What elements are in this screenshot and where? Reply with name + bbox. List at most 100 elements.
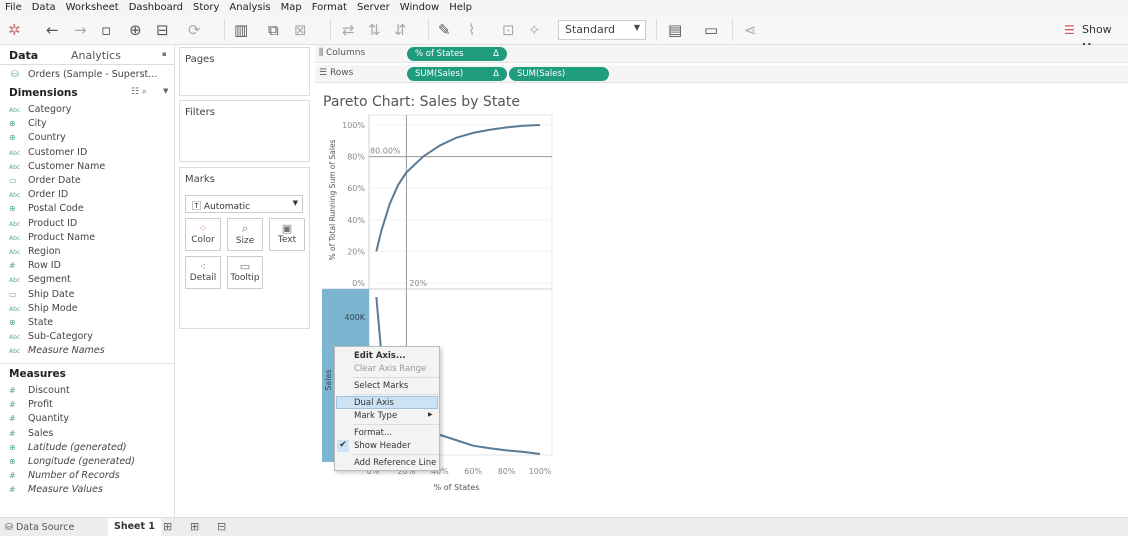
- field-customer-name[interactable]: Abc Customer Name: [9, 161, 105, 172]
- pill-percent-of-states[interactable]: % of States Δ: [407, 47, 507, 61]
- new-datasource-icon[interactable]: ⊕: [129, 21, 142, 39]
- new-worksheet-icon[interactable]: ⊞: [163, 520, 172, 533]
- field-postal-code[interactable]: ⊕ Postal Code: [9, 203, 84, 214]
- show-cards-icon[interactable]: ▤: [668, 21, 682, 39]
- columns-shelf[interactable]: ⫼ Columns % of States Δ: [315, 45, 1128, 63]
- sort-desc-icon[interactable]: ⇵: [394, 21, 407, 39]
- field-state[interactable]: ⊕ State: [9, 317, 53, 328]
- color-button[interactable]: ⁘ Color: [185, 218, 221, 251]
- size-icon: ⌕: [241, 222, 249, 235]
- fit-dropdown[interactable]: Standard ▼: [558, 20, 646, 40]
- field-category[interactable]: Abc Category: [9, 104, 71, 115]
- field-order-date[interactable]: ▭ Order Date: [9, 175, 81, 186]
- tab-sheet-1[interactable]: Sheet 1: [108, 518, 161, 537]
- menu-add-reference-line[interactable]: Add Reference Line: [354, 458, 436, 468]
- menu-edit-axis[interactable]: Edit Axis...: [354, 351, 406, 361]
- forward-icon[interactable]: →: [74, 21, 87, 39]
- mark-type-dropdown[interactable]: 🅃 Automatic ▼: [185, 195, 303, 213]
- chevron-down-icon[interactable]: ▼: [163, 87, 168, 95]
- clear-icon[interactable]: ⊠: [294, 21, 307, 39]
- menu-map[interactable]: Map: [276, 0, 307, 15]
- menu-window[interactable]: Window: [395, 0, 444, 15]
- duplicate-icon[interactable]: ⧉: [268, 21, 279, 39]
- field-label: Ship Date: [28, 288, 75, 300]
- detail-button[interactable]: ⁖ Detail: [185, 256, 221, 289]
- field-profit[interactable]: # Profit: [9, 399, 53, 410]
- pill-sum-sales-2[interactable]: SUM(Sales): [509, 67, 609, 81]
- filters-card[interactable]: Filters: [179, 100, 310, 162]
- field-order-id[interactable]: Abc Order ID: [9, 189, 68, 200]
- menu-mark-type[interactable]: Mark Type: [354, 411, 397, 421]
- menu-help[interactable]: Help: [444, 0, 477, 15]
- menu-dashboard[interactable]: Dashboard: [124, 0, 188, 15]
- menu-worksheet[interactable]: Worksheet: [61, 0, 124, 15]
- refresh-icon[interactable]: ⟳: [188, 21, 201, 39]
- back-icon[interactable]: ←: [46, 21, 59, 39]
- field-product-name[interactable]: Abc Product Name: [9, 232, 95, 243]
- field-customer-id[interactable]: Abc Customer ID: [9, 147, 87, 158]
- field-latitude-generated-[interactable]: ⊕ Latitude (generated): [9, 442, 127, 453]
- datasource-name: Orders (Sample - Superst...: [28, 69, 158, 80]
- field-label: Quantity: [28, 413, 70, 425]
- pause-updates-icon[interactable]: ⊟: [156, 21, 169, 39]
- string-icon: Abc: [9, 305, 21, 313]
- menu-story[interactable]: Story: [188, 0, 224, 15]
- menu-server[interactable]: Server: [352, 0, 395, 15]
- menu-format[interactable]: Format: [307, 0, 352, 15]
- tab-data[interactable]: Data: [9, 49, 38, 62]
- field-measure-names[interactable]: Abc Measure Names: [9, 345, 105, 356]
- field-discount[interactable]: # Discount: [9, 385, 70, 396]
- group-icon[interactable]: ⌇: [468, 21, 475, 39]
- field-row-id[interactable]: # Row ID: [9, 260, 61, 271]
- size-button[interactable]: ⌕ Size: [227, 218, 263, 251]
- share-icon[interactable]: ⋖: [744, 21, 757, 39]
- highlight-icon[interactable]: ✎: [438, 21, 451, 39]
- field-quantity[interactable]: # Quantity: [9, 413, 69, 424]
- pill-sum-sales-1[interactable]: SUM(Sales) Δ: [407, 67, 507, 81]
- view-list-icon[interactable]: ☷ ⌕: [131, 87, 147, 97]
- field-number-of-records[interactable]: # Number of Records: [9, 470, 120, 481]
- pages-card[interactable]: Pages: [179, 47, 310, 96]
- field-segment[interactable]: Abc Segment: [9, 274, 71, 285]
- menu-show-header[interactable]: Show Header: [354, 441, 411, 451]
- field-country[interactable]: ⊕ Country: [9, 132, 66, 143]
- field-label: Measure Names: [28, 345, 105, 357]
- new-worksheet-icon[interactable]: ▥: [234, 21, 248, 39]
- sort-asc-icon[interactable]: ⇅: [368, 21, 381, 39]
- datasource-item[interactable]: ⛁ Orders (Sample - Superst...: [11, 69, 157, 80]
- menu-file[interactable]: File: [0, 0, 27, 15]
- tooltip-button[interactable]: ▭ Tooltip: [227, 256, 263, 289]
- menu-dual-axis[interactable]: Dual Axis: [354, 398, 394, 408]
- field-product-id[interactable]: Abc Product ID: [9, 218, 77, 229]
- field-region[interactable]: Abc Region: [9, 246, 61, 257]
- menu-select-marks[interactable]: Select Marks: [354, 381, 408, 391]
- new-dashboard-icon[interactable]: ⊞: [190, 520, 199, 533]
- tab-analytics[interactable]: Analytics: [71, 49, 121, 62]
- tableau-logo-icon[interactable]: ✲: [8, 21, 21, 39]
- menu-format[interactable]: Format...: [354, 428, 392, 438]
- menu-analysis[interactable]: Analysis: [224, 0, 275, 15]
- field-longitude-generated-[interactable]: ⊕ Longitude (generated): [9, 456, 135, 467]
- data-source-tab[interactable]: ⛁ Data Source: [5, 522, 74, 533]
- pin-icon[interactable]: ✧: [528, 21, 541, 39]
- save-icon[interactable]: ▫: [101, 21, 111, 39]
- field-sub-category[interactable]: Abc Sub-Category: [9, 331, 93, 342]
- data-source-label: Data Source: [15, 522, 75, 533]
- label-icon[interactable]: ⊡: [502, 21, 515, 39]
- field-ship-mode[interactable]: Abc Ship Mode: [9, 303, 78, 314]
- chart-title: Pareto Chart: Sales by State: [323, 94, 520, 110]
- color-icon: ⁘: [198, 222, 208, 235]
- swap-icon[interactable]: ⇄: [342, 21, 355, 39]
- rows-shelf[interactable]: ☰ Rows SUM(Sales) Δ SUM(Sales): [315, 65, 1128, 83]
- field-measure-values[interactable]: # Measure Values: [9, 484, 103, 495]
- field-label: Profit: [28, 399, 53, 411]
- menu-data[interactable]: Data: [27, 0, 61, 15]
- field-city[interactable]: ⊕ City: [9, 118, 47, 129]
- pane-menu-icon[interactable]: ▪: [162, 50, 167, 58]
- field-sales[interactable]: # Sales: [9, 428, 53, 439]
- presentation-icon[interactable]: ▭: [704, 21, 718, 39]
- menu-clear-axis-range[interactable]: Clear Axis Range: [354, 364, 426, 374]
- text-button[interactable]: ▣ Text: [269, 218, 305, 251]
- field-ship-date[interactable]: ▭ Ship Date: [9, 289, 74, 300]
- new-story-icon[interactable]: ⊟: [217, 520, 226, 533]
